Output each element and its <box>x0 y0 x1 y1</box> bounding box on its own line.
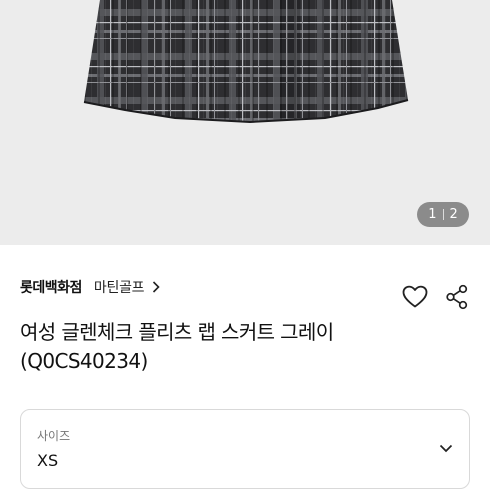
seller-row: 롯데백화점 마틴골프 <box>20 276 160 298</box>
share-icon <box>446 284 468 310</box>
current-page: 1 <box>428 207 437 222</box>
store-name[interactable]: 롯데백화점 <box>20 277 82 297</box>
product-actions <box>400 282 472 312</box>
plaid-skirt-image <box>83 0 409 124</box>
wishlist-button[interactable] <box>400 282 430 312</box>
size-select[interactable]: 사이즈 XS <box>20 409 470 489</box>
brand-name: 마틴골프 <box>93 280 145 296</box>
heart-icon <box>402 285 428 308</box>
image-page-indicator: 1 2 <box>417 202 469 227</box>
share-button[interactable] <box>442 282 472 312</box>
total-pages: 2 <box>449 207 458 222</box>
product-title: 여성 글렌체크 플리츠 랩 스커트 그레이 (Q0CS40234) <box>20 320 334 373</box>
brand-link[interactable]: 마틴골프 <box>94 277 160 297</box>
chevron-right-icon <box>152 281 160 293</box>
product-image[interactable]: 1 2 <box>0 0 490 245</box>
chevron-down-icon <box>439 438 453 457</box>
size-select-label: 사이즈 <box>37 429 71 443</box>
size-select-value: XS <box>37 451 59 470</box>
page-divider <box>442 209 444 220</box>
